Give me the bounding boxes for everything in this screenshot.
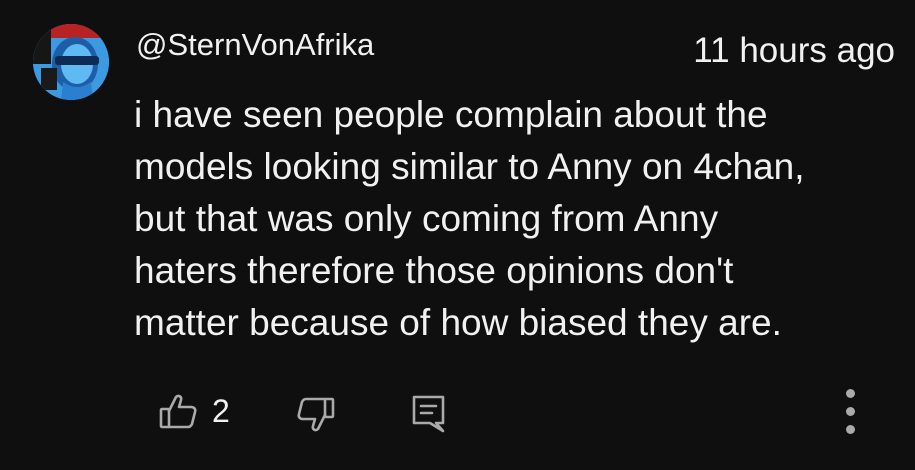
comment-reply-icon: [412, 395, 445, 433]
dislike-button[interactable]: [296, 394, 336, 434]
comment-text-line: matter because of how biased they are.: [134, 302, 782, 343]
more-vertical-icon-dot: [846, 425, 855, 434]
comment-text-line: i have seen people complain about the: [134, 94, 768, 135]
comment-text: i have seen people complain about the mo…: [134, 89, 904, 349]
comment-text-line: but that was only coming from Anny: [134, 198, 719, 239]
comment-author[interactable]: @SternVonAfrika: [136, 27, 374, 63]
user-avatar-image: [33, 24, 109, 100]
comment-timestamp[interactable]: 11 hours ago: [693, 31, 895, 71]
like-button[interactable]: 2: [158, 392, 238, 432]
reply-button[interactable]: [410, 394, 450, 434]
thumbs-up-icon: [159, 394, 197, 429]
more-vertical-icon-dot: [846, 389, 855, 398]
avatar[interactable]: [33, 24, 109, 100]
thumbs-down-icon: [297, 397, 335, 432]
like-count: 2: [212, 393, 230, 429]
comment-text-line: haters therefore those opinions don't: [134, 250, 734, 291]
comment-text-line: models looking similar to Anny on 4chan,: [134, 146, 805, 187]
more-vertical-icon-dot: [846, 407, 855, 416]
more-options-button[interactable]: [836, 384, 866, 440]
